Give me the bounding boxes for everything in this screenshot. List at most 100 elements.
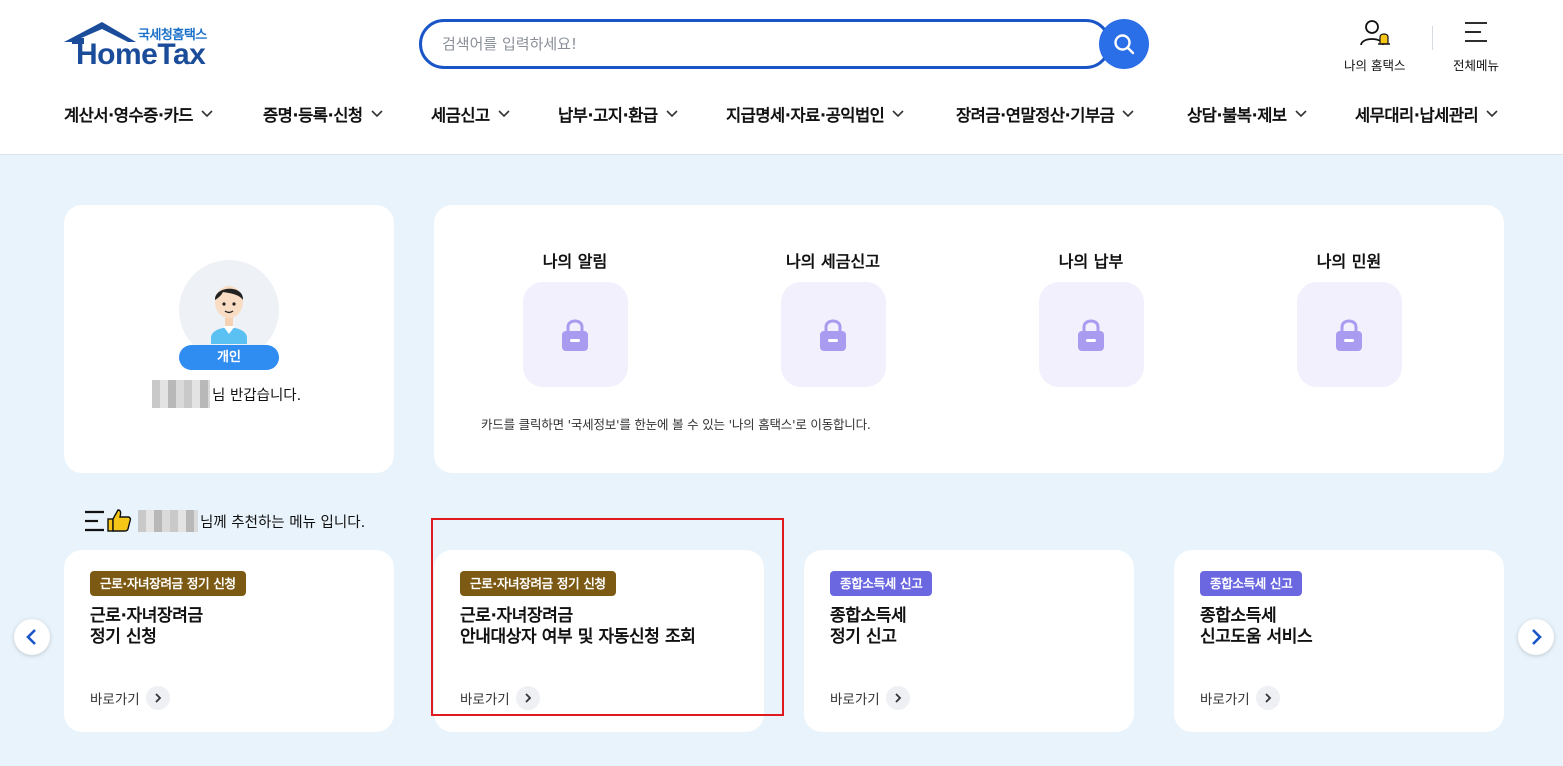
greeting: 님 반갑습니다. <box>152 380 301 408</box>
my-hometax-note: 카드를 클릭하면 '국세정보'를 한눈에 볼 수 있는 '나의 홈택스'로 이동… <box>481 417 871 432</box>
recommend-title-line: 안내대상자 여부 및 자동신청 조회 <box>460 627 696 647</box>
recommend-tag: 근로·자녀장려금 정기 신청 <box>90 571 246 596</box>
recommend-header-text: 님께 추천하는 메뉴 입니다. <box>200 514 366 531</box>
greeting-text: 님 반갑습니다. <box>212 387 302 404</box>
goto-link[interactable]: 바로가기 <box>1200 686 1280 710</box>
recommend-title: 종합소득세 신고도움 서비스 <box>1200 606 1313 648</box>
chevron-right-icon <box>515 686 540 710</box>
goto-link[interactable]: 바로가기 <box>460 686 540 710</box>
lock-icon <box>562 319 588 351</box>
my-civil-petition-box <box>1296 282 1402 387</box>
gnb-item-consultation[interactable]: 상담·불복·제보 <box>1187 100 1355 128</box>
chevron-down-icon <box>498 110 510 118</box>
my-notification-box <box>522 282 628 387</box>
all-menu-label: 전체메뉴 <box>1453 58 1500 73</box>
carousel-next-button[interactable] <box>1518 619 1554 655</box>
recommend-tag: 근로·자녀장려금 정기 신청 <box>460 571 616 596</box>
chevron-down-icon <box>1295 110 1307 118</box>
site-header: 국세청홈택스 HomeTax 나의 홈택스 전체메뉴 계산서·영수증·카드 <box>0 0 1563 155</box>
recommend-header: 님께 추천하는 메뉴 입니다. <box>84 507 365 535</box>
my-payment-title: 나의 납부 <box>1058 252 1124 271</box>
carousel-prev-button[interactable] <box>14 619 50 655</box>
gnb-item-incentive[interactable]: 장려금·연말정산·기부금 <box>956 100 1187 128</box>
chevron-left-icon <box>26 629 36 645</box>
recommend-title-line: 정기 신고 <box>830 627 897 647</box>
gnb-item-label: 장려금·연말정산·기부금 <box>956 106 1115 125</box>
recommend-title-line: 종합소득세 <box>1200 606 1277 626</box>
my-notification-title: 나의 알림 <box>542 252 608 271</box>
chevron-down-icon <box>201 110 213 118</box>
gnb-item-payment[interactable]: 납부·고지·환급 <box>558 100 726 128</box>
logo-brand: HomeTax <box>76 38 206 71</box>
recommend-title: 근로·자녀장려금 안내대상자 여부 및 자동신청 조회 <box>460 606 696 648</box>
recommend-title-line: 정기 신청 <box>90 627 157 647</box>
user-type-badge: 개인 <box>179 345 279 370</box>
chevron-down-icon <box>1486 110 1498 118</box>
my-civil-petition-title: 나의 민원 <box>1316 252 1382 271</box>
search-button[interactable] <box>1099 19 1149 69</box>
profile-card: 개인 님 반갑습니다. <box>64 205 394 473</box>
gnb-item-tax-return[interactable]: 세금신고 <box>431 100 558 128</box>
my-tax-return-title: 나의 세금신고 <box>786 252 880 271</box>
goto-label: 바로가기 <box>90 692 140 708</box>
gnb-item-payment-statement[interactable]: 지급명세·자료·공익법인 <box>726 100 956 128</box>
gnb-item-label: 세금신고 <box>431 106 490 125</box>
recommend-title-line: 근로·자녀장려금 <box>90 606 203 626</box>
recommend-title: 종합소득세 정기 신고 <box>830 606 907 648</box>
recommend-tag: 종합소득세 신고 <box>1200 571 1303 596</box>
recommend-card[interactable]: 종합소득세 신고 종합소득세 정기 신고 바로가기 <box>804 550 1134 732</box>
chevron-down-icon <box>1122 110 1134 118</box>
my-tax-return-card[interactable]: 나의 세금신고 <box>758 248 908 387</box>
my-hometax-card: 나의 알림 나의 세금신고 나의 납부 나의 민원 카드를 클릭하면 '국세정보… <box>434 205 1504 473</box>
main-navigation: 계산서·영수증·카드 증명·등록·신청 세금신고 납부·고지·환급 지급명세·자… <box>64 100 1515 128</box>
gnb-item-label: 지급명세·자료·공익법인 <box>726 106 885 125</box>
recommend-title: 근로·자녀장려금 정기 신청 <box>90 606 203 648</box>
chevron-right-icon <box>885 686 910 710</box>
hometax-logo[interactable]: 국세청홈택스 HomeTax <box>62 20 222 72</box>
goto-label: 바로가기 <box>830 692 880 708</box>
chevron-right-icon <box>1532 629 1542 645</box>
lock-icon <box>1336 319 1362 351</box>
chevron-down-icon <box>666 110 678 118</box>
recommend-card[interactable]: 근로·자녀장려금 정기 신청 근로·자녀장려금 정기 신청 바로가기 <box>64 550 394 732</box>
gnb-item-label: 계산서·영수증·카드 <box>64 106 193 125</box>
my-payment-box <box>1038 282 1144 387</box>
gnb-item-tax-agent[interactable]: 세무대리·납세관리 <box>1355 100 1515 128</box>
chevron-down-icon <box>371 110 383 118</box>
gnb-item-invoice[interactable]: 계산서·영수증·카드 <box>64 100 263 128</box>
gnb-item-label: 증명·등록·신청 <box>263 106 363 125</box>
recommend-title-line: 신고도움 서비스 <box>1200 627 1313 647</box>
my-payment-card[interactable]: 나의 납부 <box>1016 248 1166 387</box>
masked-username <box>152 380 210 408</box>
goto-label: 바로가기 <box>1200 692 1250 708</box>
gnb-item-label: 세무대리·납세관리 <box>1355 106 1479 125</box>
goto-link[interactable]: 바로가기 <box>830 686 910 710</box>
my-hometax-label: 나의 홈택스 <box>1344 58 1406 73</box>
chevron-right-icon <box>1255 686 1280 710</box>
chevron-down-icon <box>892 110 904 118</box>
user-bell-icon <box>1359 20 1390 46</box>
search-input[interactable] <box>442 22 1082 66</box>
thumbs-up-menu-icon <box>85 509 132 532</box>
masked-username <box>138 510 198 532</box>
search-icon <box>1114 34 1135 55</box>
my-hometax-button[interactable]: 나의 홈택스 <box>1344 18 1405 74</box>
chevron-right-icon <box>145 686 170 710</box>
recommend-title-line: 근로·자녀장려금 <box>460 606 573 626</box>
hamburger-icon <box>1465 22 1487 42</box>
gnb-item-certificate[interactable]: 증명·등록·신청 <box>263 100 431 128</box>
recommend-tag: 종합소득세 신고 <box>830 571 933 596</box>
all-menu-button[interactable]: 전체메뉴 <box>1453 18 1499 74</box>
my-notification-card[interactable]: 나의 알림 <box>500 248 650 387</box>
my-tax-return-box <box>780 282 886 387</box>
recommend-card[interactable]: 종합소득세 신고 종합소득세 신고도움 서비스 바로가기 <box>1174 550 1504 732</box>
recommend-card[interactable]: 근로·자녀장려금 정기 신청 근로·자녀장려금 안내대상자 여부 및 자동신청 … <box>434 550 764 732</box>
my-civil-petition-card[interactable]: 나의 민원 <box>1274 248 1424 387</box>
gnb-item-label: 상담·불복·제보 <box>1187 106 1287 125</box>
goto-label: 바로가기 <box>460 692 510 708</box>
gnb-item-label: 납부·고지·환급 <box>558 106 658 125</box>
goto-link[interactable]: 바로가기 <box>90 686 170 710</box>
util-divider <box>1432 26 1433 50</box>
search-bar <box>419 19 1111 69</box>
lock-icon <box>1078 319 1104 351</box>
